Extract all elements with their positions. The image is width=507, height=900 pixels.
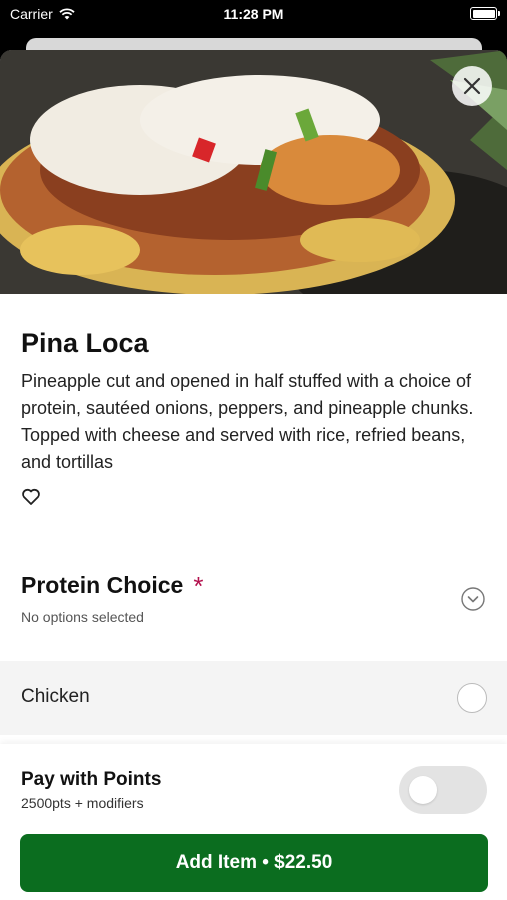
chevron-down-icon bbox=[461, 587, 485, 611]
favorite-button[interactable] bbox=[21, 487, 41, 507]
collapse-toggle[interactable] bbox=[461, 587, 485, 611]
add-item-button[interactable]: Add Item • $22.50 bbox=[20, 834, 488, 892]
close-button[interactable] bbox=[452, 66, 492, 106]
modifier-group-header[interactable]: Protein Choice * bbox=[21, 572, 203, 599]
close-icon bbox=[463, 77, 481, 95]
clock: 11:28 PM bbox=[223, 6, 284, 22]
food-photo bbox=[0, 50, 507, 294]
toggle-knob bbox=[409, 776, 437, 804]
footer-panel: Pay with Points 2500pts + modifiers Add … bbox=[0, 744, 507, 900]
item-description: Pineapple cut and opened in half stuffed… bbox=[21, 371, 474, 472]
battery-icon bbox=[470, 7, 500, 20]
heart-outline-icon bbox=[22, 488, 40, 505]
option-row[interactable]: Chicken bbox=[0, 661, 507, 735]
modifier-group-status: No options selected bbox=[21, 609, 144, 625]
option-label: Chicken bbox=[21, 686, 90, 707]
modifier-group-title: Protein Choice bbox=[21, 572, 184, 598]
points-subtitle: 2500pts + modifiers bbox=[21, 795, 144, 811]
points-toggle[interactable] bbox=[399, 766, 487, 814]
option-radio[interactable] bbox=[457, 683, 487, 713]
item-title: Pina Loca bbox=[21, 328, 149, 358]
status-bar: Carrier 11:28 PM bbox=[0, 0, 507, 30]
points-title: Pay with Points bbox=[21, 769, 162, 790]
required-marker: * bbox=[193, 570, 204, 601]
item-detail-sheet: Pina Loca Pineapple cut and opened in ha… bbox=[0, 50, 507, 900]
